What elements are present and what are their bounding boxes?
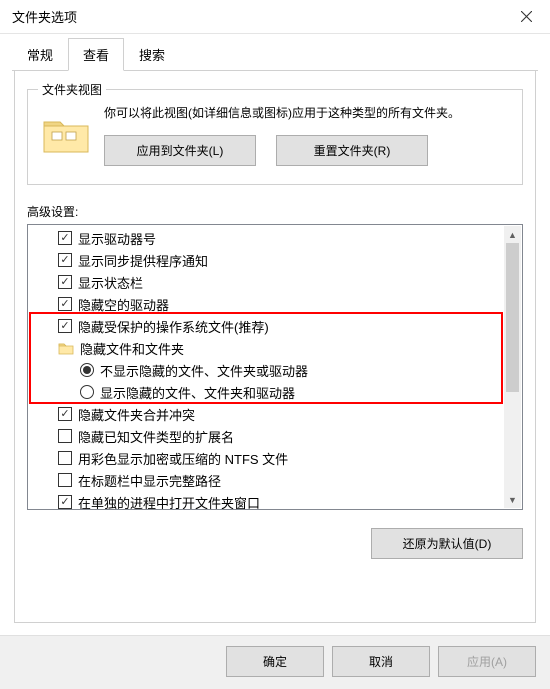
advanced-settings-tree: 显示驱动器号显示同步提供程序通知显示状态栏隐藏空的驱动器隐藏受保护的操作系统文件… bbox=[27, 224, 523, 510]
tree-item-label: 显示驱动器号 bbox=[78, 229, 156, 248]
tree-item[interactable]: 用彩色显示加密或压缩的 NTFS 文件 bbox=[28, 447, 522, 469]
tab-panel-view: 文件夹视图 你可以将此视图(如详细信息或图标)应用于这种类型的所有文件夹。 应用… bbox=[14, 71, 536, 623]
checkbox[interactable] bbox=[58, 231, 72, 245]
tab-view[interactable]: 查看 bbox=[68, 38, 124, 71]
tree-item[interactable]: 隐藏已知文件类型的扩展名 bbox=[28, 425, 522, 447]
tab-strip: 常规 查看 搜索 bbox=[0, 34, 550, 71]
tree-item[interactable]: 在单独的进程中打开文件夹窗口 bbox=[28, 491, 522, 509]
tree-item-label: 隐藏文件和文件夹 bbox=[80, 339, 184, 358]
tree-item: 隐藏文件和文件夹 bbox=[28, 337, 522, 359]
checkbox[interactable] bbox=[58, 407, 72, 421]
checkbox[interactable] bbox=[58, 473, 72, 487]
apply-to-folders-button[interactable]: 应用到文件夹(L) bbox=[104, 135, 256, 166]
cancel-button[interactable]: 取消 bbox=[332, 646, 430, 677]
checkbox[interactable] bbox=[58, 253, 72, 267]
folder-views-group: 文件夹视图 你可以将此视图(如详细信息或图标)应用于这种类型的所有文件夹。 应用… bbox=[27, 89, 523, 185]
radio[interactable] bbox=[80, 363, 94, 377]
tree-item[interactable]: 显示状态栏 bbox=[28, 271, 522, 293]
tree-item-label: 隐藏已知文件类型的扩展名 bbox=[78, 427, 234, 446]
tree-item[interactable]: 隐藏文件夹合并冲突 bbox=[28, 403, 522, 425]
scrollbar-thumb[interactable] bbox=[506, 243, 519, 392]
tree-item-label: 隐藏文件夹合并冲突 bbox=[78, 405, 195, 424]
tree-item-label: 在标题栏中显示完整路径 bbox=[78, 471, 221, 490]
tree-item-label: 不显示隐藏的文件、文件夹或驱动器 bbox=[100, 361, 308, 380]
advanced-settings-label: 高级设置: bbox=[27, 203, 523, 220]
restore-defaults-button[interactable]: 还原为默认值(D) bbox=[371, 528, 523, 559]
close-icon bbox=[521, 11, 532, 22]
close-button[interactable] bbox=[504, 2, 548, 32]
tree-item[interactable]: 隐藏受保护的操作系统文件(推荐) bbox=[28, 315, 522, 337]
tree-item[interactable]: 在标题栏中显示完整路径 bbox=[28, 469, 522, 491]
tab-general[interactable]: 常规 bbox=[12, 38, 68, 71]
ok-button[interactable]: 确定 bbox=[226, 646, 324, 677]
checkbox[interactable] bbox=[58, 429, 72, 443]
radio[interactable] bbox=[80, 385, 94, 399]
tree-item-label: 在单独的进程中打开文件夹窗口 bbox=[78, 493, 260, 510]
tree-item-label: 显示同步提供程序通知 bbox=[78, 251, 208, 270]
window-title: 文件夹选项 bbox=[12, 7, 77, 26]
folder-icon bbox=[40, 108, 92, 160]
tree-item-label: 显示隐藏的文件、文件夹和驱动器 bbox=[100, 383, 295, 402]
group-description: 你可以将此视图(如详细信息或图标)应用于这种类型的所有文件夹。 bbox=[104, 104, 510, 123]
checkbox[interactable] bbox=[58, 451, 72, 465]
scroll-up-arrow[interactable]: ▲ bbox=[504, 226, 521, 243]
checkbox[interactable] bbox=[58, 319, 72, 333]
apply-button[interactable]: 应用(A) bbox=[438, 646, 536, 677]
group-legend: 文件夹视图 bbox=[38, 81, 106, 98]
dialog-footer: 确定 取消 应用(A) bbox=[0, 635, 550, 689]
tree-item-label: 用彩色显示加密或压缩的 NTFS 文件 bbox=[78, 449, 288, 468]
tree-item-label: 隐藏空的驱动器 bbox=[78, 295, 169, 314]
scrollbar-track[interactable] bbox=[504, 243, 521, 491]
checkbox[interactable] bbox=[58, 495, 72, 509]
vertical-scrollbar[interactable]: ▲ ▼ bbox=[504, 226, 521, 508]
tree-item[interactable]: 显示隐藏的文件、文件夹和驱动器 bbox=[28, 381, 522, 403]
checkbox[interactable] bbox=[58, 297, 72, 311]
checkbox[interactable] bbox=[58, 275, 72, 289]
tree-item[interactable]: 隐藏空的驱动器 bbox=[28, 293, 522, 315]
tree-item-label: 隐藏受保护的操作系统文件(推荐) bbox=[78, 317, 269, 336]
tree-item[interactable]: 显示同步提供程序通知 bbox=[28, 249, 522, 271]
tree-item[interactable]: 不显示隐藏的文件、文件夹或驱动器 bbox=[28, 359, 522, 381]
tree-item-label: 显示状态栏 bbox=[78, 273, 143, 292]
tab-search[interactable]: 搜索 bbox=[124, 38, 180, 71]
tree-item[interactable]: 显示驱动器号 bbox=[28, 227, 522, 249]
folder-icon bbox=[58, 341, 74, 355]
title-bar: 文件夹选项 bbox=[0, 0, 550, 34]
scroll-down-arrow[interactable]: ▼ bbox=[504, 491, 521, 508]
reset-folders-button[interactable]: 重置文件夹(R) bbox=[276, 135, 428, 166]
